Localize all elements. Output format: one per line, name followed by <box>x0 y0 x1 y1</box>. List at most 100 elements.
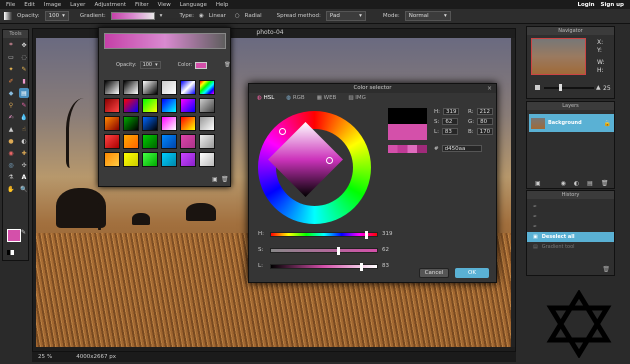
tab-img[interactable]: ▨ IMG <box>348 95 366 101</box>
history-item-active[interactable]: ▣ Deselect all <box>527 232 614 242</box>
gradient-preset[interactable] <box>199 98 215 113</box>
zoom-slider-thumb[interactable] <box>559 84 562 91</box>
gradient-preset[interactable] <box>161 80 177 95</box>
new-layer-icon[interactable]: ▤ <box>587 180 593 187</box>
h-field[interactable]: H: 319 <box>434 108 464 115</box>
gradient-preset[interactable] <box>123 80 139 95</box>
gradient-preset[interactable] <box>180 116 196 131</box>
eyedropper-icon[interactable]: ⚗ <box>6 172 16 182</box>
gradient-preset[interactable] <box>104 134 120 149</box>
signup-link[interactable]: Sign up <box>601 2 624 8</box>
swap-colors-icon[interactable] <box>7 250 14 255</box>
nav-zoom-value[interactable]: 25 <box>603 85 611 92</box>
gradient-preview[interactable] <box>110 12 155 20</box>
hand-icon[interactable]: ✋ <box>6 184 16 194</box>
crop-icon[interactable]: ⌗ <box>6 40 16 50</box>
gradient-preset[interactable] <box>104 152 120 167</box>
zoom-slider[interactable] <box>544 87 594 89</box>
gradient-preset[interactable] <box>180 134 196 149</box>
wand-icon[interactable]: ✦ <box>6 64 16 74</box>
gradient-preset[interactable] <box>123 98 139 113</box>
gradient-preset[interactable] <box>199 134 215 149</box>
blur-icon[interactable]: 💧 <box>19 112 29 122</box>
history-item[interactable]: ✒ <box>527 202 614 212</box>
gradient-preset[interactable] <box>180 80 196 95</box>
gradient-preset[interactable] <box>199 80 215 95</box>
gradient-preset[interactable] <box>123 152 139 167</box>
text-icon[interactable]: A <box>19 172 29 182</box>
menu-file[interactable]: File <box>6 2 15 8</box>
save-preset-icon[interactable]: ▣ <box>212 176 218 183</box>
r-field[interactable]: R: 212 <box>468 108 498 115</box>
gradient-preset[interactable] <box>180 98 196 113</box>
gradient-preset[interactable] <box>104 98 120 113</box>
gradient-editor-bar[interactable] <box>104 33 226 49</box>
brush-icon[interactable]: ✐ <box>6 76 16 86</box>
history-item[interactable]: ✒ <box>527 222 614 232</box>
tab-web[interactable]: ▦ WEB <box>317 95 337 101</box>
delete-preset-icon[interactable]: 🗑 <box>221 176 229 183</box>
lightness-slider-thumb[interactable] <box>360 262 363 271</box>
gradient-preset[interactable] <box>123 134 139 149</box>
stop-color-swatch[interactable] <box>195 61 208 69</box>
gradient-preset[interactable] <box>161 152 177 167</box>
layer-adjust-icon[interactable]: ◉ <box>561 180 566 187</box>
hue-marker[interactable] <box>279 128 286 135</box>
menu-edit[interactable]: Edit <box>24 2 35 8</box>
vertical-scrollbar[interactable] <box>511 38 515 347</box>
hue-slider-thumb[interactable] <box>365 230 368 239</box>
move-icon[interactable]: ✥ <box>19 40 29 50</box>
menu-filter[interactable]: Filter <box>135 2 149 8</box>
g-field[interactable]: G: 80 <box>468 118 498 125</box>
chevron-down-icon[interactable]: ▾ <box>160 13 163 19</box>
history-item[interactable]: ▤ Gradient tool <box>527 242 614 252</box>
tab-rgb[interactable]: ◍ RGB <box>286 95 304 101</box>
menu-adjustment[interactable]: Adjustment <box>94 2 126 8</box>
layer-style-icon[interactable]: ▣ <box>535 180 541 187</box>
menu-view[interactable]: View <box>158 2 171 8</box>
trash-icon[interactable]: 🗑 <box>224 62 230 68</box>
smudge-icon[interactable]: ☝ <box>19 124 29 134</box>
radio-radial[interactable]: ○ <box>235 13 240 19</box>
ok-button[interactable]: OK <box>455 268 489 278</box>
sponge-icon[interactable]: ● <box>6 136 16 146</box>
hex-field[interactable]: # d450aa <box>434 145 482 152</box>
gradient-preset[interactable] <box>142 116 158 131</box>
bucket-icon[interactable]: ◆ <box>6 88 16 98</box>
lock-icon[interactable]: 🔒 <box>604 120 611 127</box>
gradient-preset[interactable] <box>142 80 158 95</box>
gradient-preset[interactable] <box>142 152 158 167</box>
spread-select[interactable]: Pad ▾ <box>325 11 366 21</box>
eyedropper-small-icon[interactable]: ✎ <box>21 229 26 236</box>
menu-layer[interactable]: Layer <box>70 2 85 8</box>
tab-hsl[interactable]: ◍ HSL <box>257 95 274 101</box>
gradient-preset[interactable] <box>142 134 158 149</box>
layer-row[interactable]: Background 🔒 <box>529 114 614 132</box>
hue-slider[interactable] <box>270 230 378 239</box>
drawing-icon[interactable]: ✍ <box>6 112 16 122</box>
zoom-in-icon[interactable]: ▲ <box>596 84 601 91</box>
l-field[interactable]: L: 83 <box>434 128 464 135</box>
gradient-preset[interactable] <box>161 134 177 149</box>
radio-linear[interactable]: ◉ <box>199 13 204 19</box>
gradient-preset[interactable] <box>161 116 177 131</box>
opacity-select[interactable]: 100 ▾ <box>44 11 69 21</box>
gradient-preset[interactable] <box>199 116 215 131</box>
gradient-icon[interactable]: ▤ <box>19 88 29 98</box>
zoom-out-icon[interactable] <box>535 85 540 90</box>
saturation-slider[interactable] <box>270 246 378 255</box>
layer-mask-icon[interactable]: ◐ <box>574 180 579 187</box>
lightness-slider[interactable] <box>270 262 378 271</box>
pinch-icon[interactable]: ✣ <box>19 160 29 170</box>
gradient-preset[interactable] <box>123 116 139 131</box>
foreground-color[interactable] <box>7 229 21 242</box>
gradient-preset[interactable] <box>104 116 120 131</box>
saturation-slider-thumb[interactable] <box>337 246 340 255</box>
gradient-preset[interactable] <box>142 98 158 113</box>
close-icon[interactable]: × <box>487 85 492 92</box>
zoom-icon[interactable]: 🔍 <box>19 184 29 194</box>
lasso-icon[interactable]: ◌ <box>19 52 29 62</box>
delete-layer-icon[interactable]: 🗑 <box>601 180 609 187</box>
s-field[interactable]: S: 62 <box>434 118 464 125</box>
color-replace-icon[interactable]: ✎ <box>19 100 29 110</box>
